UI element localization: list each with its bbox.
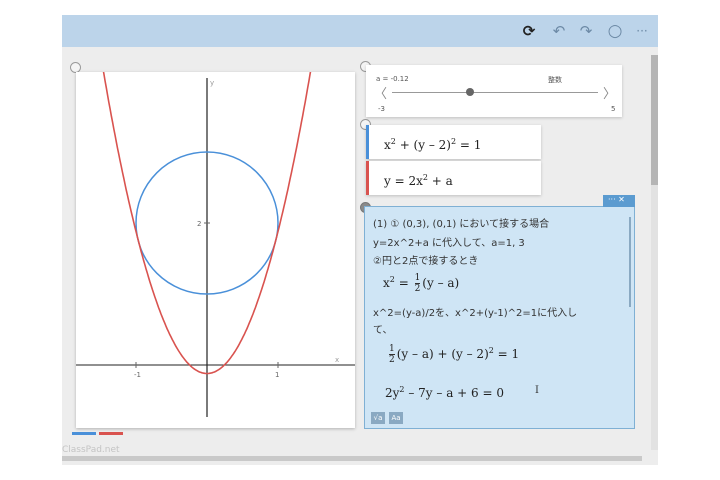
sync-icon[interactable]: ⟳ <box>520 22 538 40</box>
y-axis-label: y <box>210 79 214 87</box>
slider-label: a = -0.12 <box>376 75 409 83</box>
graph-plot[interactable]: -1 1 2 x y <box>76 72 355 428</box>
equation-card-parabola[interactable]: y = 2x2 + a <box>366 161 541 195</box>
parabola-color-bar <box>366 161 369 195</box>
more-icon[interactable]: ··· <box>633 22 651 40</box>
toolbar: ⟳ ↶ ↷ ○ ··· <box>62 15 658 47</box>
slider-card[interactable]: a = -0.12 整数 〈 〉 -3 5 <box>366 65 622 117</box>
horizontal-scrollbar[interactable] <box>62 456 642 461</box>
legend-red <box>99 432 123 435</box>
x-tick-label-minus1: -1 <box>134 371 141 379</box>
note-line-5: x^2=(y-a)/2を、x^2+(y-1)^2=1に代入し <box>373 308 578 319</box>
note-line-6: て、 <box>373 325 393 336</box>
redo-icon[interactable]: ↷ <box>577 22 595 40</box>
note-math-2: 1 2 (y – a) + (y – 2)2 = 1 <box>389 344 520 365</box>
note-math-1: x2 = 1 2 (y – a) <box>383 273 460 294</box>
slider-right-arrow[interactable]: 〉 <box>603 83 616 102</box>
text-input-button[interactable]: Aa <box>389 412 403 424</box>
y-tick-label-2: 2 <box>197 220 201 228</box>
x-tick-label-1: 1 <box>275 371 279 379</box>
note-card-header: ··· ✕ <box>603 195 635 207</box>
note-line-3: ②円と2点で接するとき <box>373 256 479 267</box>
vertical-scrollbar-thumb[interactable] <box>651 55 658 185</box>
circle-tool-icon[interactable]: ○ <box>606 22 624 40</box>
text-cursor: I <box>535 385 539 396</box>
slider-track[interactable] <box>392 92 598 93</box>
note-math-3: 2y2 – 7y – a + 6 = 0 <box>385 385 504 400</box>
legend-blue <box>72 432 96 435</box>
note-line-1: (1) ① (0,3), (0,1) において接する場合 <box>373 219 550 230</box>
slider-thumb[interactable] <box>466 88 474 96</box>
note-line-2: y=2x^2+a に代入して、a=1, 3 <box>373 238 525 249</box>
graph-card[interactable]: -1 1 2 x y <box>76 72 355 428</box>
math-input-button[interactable]: √a <box>371 412 385 424</box>
equation-card-circle[interactable]: x2 + (y – 2)2 = 1 <box>366 125 541 159</box>
note-card-controls[interactable]: ··· ✕ <box>608 195 625 204</box>
slider-mode[interactable]: 整数 <box>548 75 562 85</box>
note-scrollbar[interactable] <box>629 217 631 307</box>
undo-icon[interactable]: ↶ <box>550 22 568 40</box>
equation-circle: x2 + (y – 2)2 = 1 <box>384 137 482 152</box>
slider-max: 5 <box>611 105 616 113</box>
slider-min: -3 <box>378 105 385 113</box>
watermark: ClassPad.net <box>62 445 120 455</box>
equation-parabola: y = 2x2 + a <box>384 173 453 188</box>
x-axis-label: x <box>335 356 339 364</box>
circle-color-bar <box>366 125 369 159</box>
slider-left-arrow[interactable]: 〈 <box>374 83 387 102</box>
note-card[interactable]: ··· ✕ (1) ① (0,3), (0,1) において接する場合 y=2x^… <box>364 195 635 429</box>
classpad-app: ⟳ ↶ ↷ ○ ··· -1 1 2 x y a = -0.12 整数 〈 〉 <box>62 15 658 465</box>
